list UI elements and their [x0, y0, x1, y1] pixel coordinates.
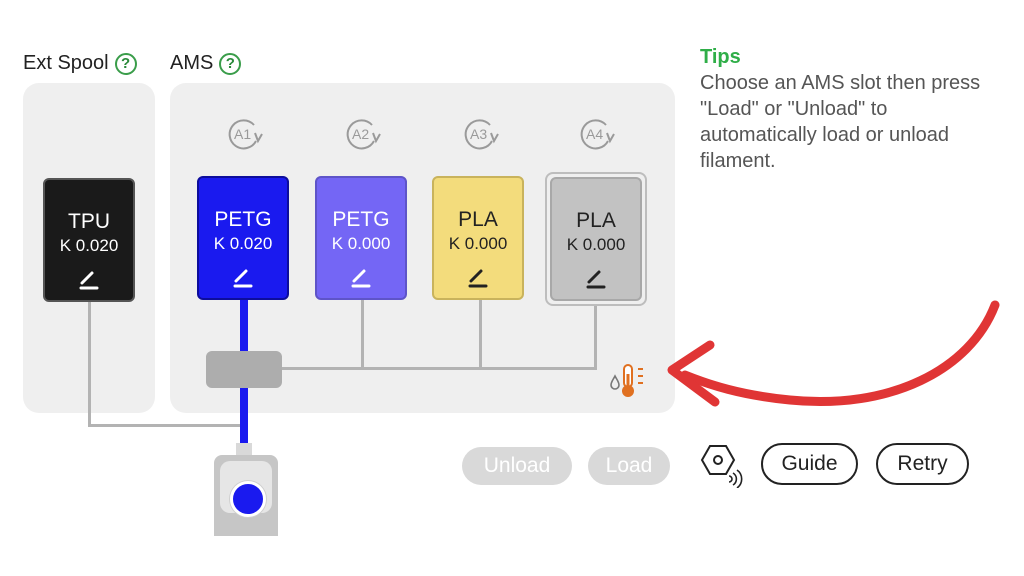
nozzle-nfc-icon[interactable]	[696, 442, 748, 488]
slot-a1-label: A1	[234, 126, 251, 142]
slot-a4-material: PLA	[576, 209, 616, 232]
ams-help-icon[interactable]: ?	[219, 52, 242, 75]
slot-a2-label-icon: A2	[346, 119, 381, 150]
ams-slot-a3[interactable]: PLA K 0.000	[432, 176, 524, 300]
tips-title: Tips	[700, 46, 741, 68]
ams-title: AMS	[170, 52, 214, 74]
extruder-head	[214, 455, 278, 536]
slot-a3-material: PLA	[458, 208, 498, 231]
edit-icon[interactable]	[467, 266, 489, 288]
retry-button[interactable]: Retry	[876, 443, 969, 485]
unload-button[interactable]: Unload	[462, 447, 572, 485]
ext-spool-material: TPU	[68, 210, 110, 233]
slot-a4-label: A4	[586, 126, 603, 142]
ext-spool-title: Ext Spool	[23, 52, 109, 74]
slot-a2-label: A2	[352, 126, 369, 142]
slot-a2-path	[361, 300, 364, 370]
ams-slot-a4[interactable]: PLA K 0.000	[550, 177, 642, 301]
slot-a1-label-icon: A1	[228, 119, 263, 150]
slot-a1-k-value: K 0.020	[213, 234, 273, 253]
slot-a3-label-icon: A3	[464, 119, 499, 150]
slot-a2-k-value: K 0.000	[331, 234, 391, 253]
slot-a2-material: PETG	[332, 208, 390, 231]
ams-header: AMS ?	[170, 52, 242, 75]
ams-slot-a1[interactable]: PETG K 0.020	[197, 176, 289, 300]
slot-a3-k-value: K 0.000	[448, 234, 508, 253]
guide-button[interactable]: Guide	[761, 443, 858, 485]
edit-icon[interactable]	[585, 267, 607, 289]
ext-spool-tray[interactable]: TPU K 0.020	[43, 178, 135, 302]
ext-spool-k-value: K 0.020	[59, 236, 119, 255]
slot-a1-material: PETG	[214, 208, 272, 231]
ams-hub-path	[240, 367, 597, 370]
slot-a3-label: A3	[470, 126, 487, 142]
ext-spool-header: Ext Spool ?	[23, 52, 137, 75]
ext-spool-path-horizontal	[88, 424, 240, 427]
slot-a4-path	[594, 304, 597, 370]
ext-spool-path-vertical	[88, 300, 91, 426]
edit-icon[interactable]	[232, 266, 254, 288]
ext-spool-help-icon[interactable]: ?	[114, 52, 137, 75]
ams-slot-a2[interactable]: PETG K 0.000	[315, 176, 407, 300]
tips-section: Tips Choose an AMS slot then press "Load…	[700, 46, 1000, 174]
slot-a4-k-value: K 0.000	[566, 235, 626, 254]
slot-a4-label-icon: A4	[580, 119, 615, 150]
annotation-arrow-icon	[667, 300, 1000, 407]
ams-hub	[206, 351, 282, 388]
tips-text: Choose an AMS slot then press "Load" or …	[700, 72, 981, 172]
edit-icon[interactable]	[78, 268, 100, 290]
edit-icon[interactable]	[350, 266, 372, 288]
extruder-filament-indicator	[230, 481, 266, 517]
slot-a3-path	[479, 300, 482, 370]
load-button[interactable]: Load	[588, 447, 670, 485]
